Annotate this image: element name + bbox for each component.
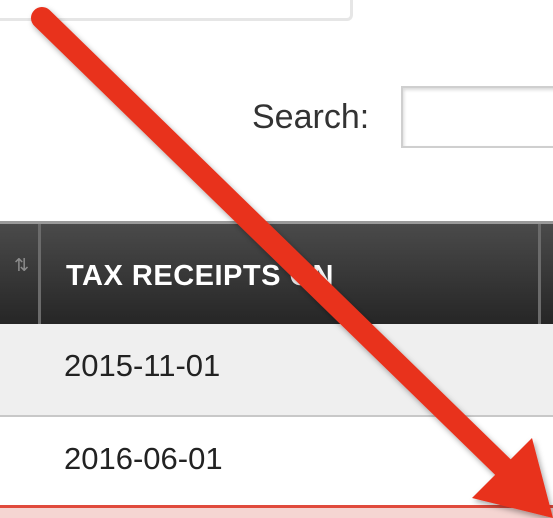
arrow-icon — [31, 7, 553, 518]
